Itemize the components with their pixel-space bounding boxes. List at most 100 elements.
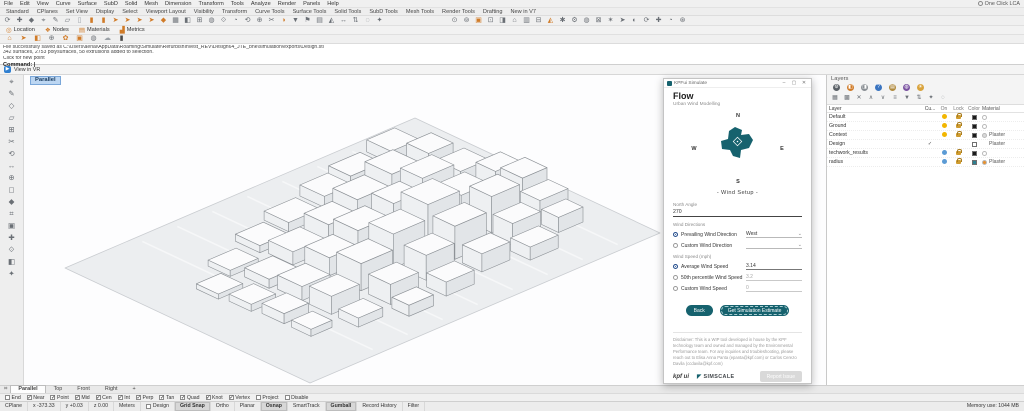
toolbar-icon[interactable]: ↔ [339, 17, 348, 25]
layer-lock-icon[interactable] [951, 142, 966, 146]
menu-item[interactable]: File [4, 1, 13, 7]
quick-button[interactable]: ▤ Materials [79, 26, 110, 34]
layer-visibility-bulb-icon[interactable] [937, 159, 951, 166]
checkbox-icon[interactable] [136, 395, 141, 400]
checkbox-icon[interactable] [96, 395, 101, 400]
layer-material[interactable]: Plaster [982, 159, 1022, 165]
sidebar-tool-icon[interactable]: ✦ [7, 270, 16, 278]
layer-material[interactable]: Plaster [982, 141, 1022, 147]
status-toggle[interactable]: Ortho [211, 402, 235, 411]
toolbar-icon[interactable]: ⊟ [534, 17, 543, 25]
osnap-checkbox[interactable]: Int [118, 395, 130, 401]
panel-tab-icon[interactable]: ▤ [889, 84, 896, 91]
toolbar-icon[interactable]: ⌖ [39, 17, 48, 25]
osnap-checkbox[interactable]: End [5, 395, 21, 401]
toolbar-tab[interactable]: Render Tools [442, 9, 475, 15]
status-toggle[interactable]: Gumball [326, 402, 358, 411]
toolbar-icon[interactable]: ✎ [51, 17, 60, 25]
plugin-icon[interactable]: ⌂ [5, 35, 14, 43]
checkbox-icon[interactable] [229, 395, 234, 400]
checkbox-icon[interactable] [159, 395, 164, 400]
current-layer-pane[interactable]: Design [141, 402, 175, 411]
status-toggle[interactable]: Planar [235, 402, 261, 411]
toolbar-icon[interactable]: ◍ [207, 17, 216, 25]
toolbar-icon[interactable]: ⇅ [351, 17, 360, 25]
minimize-button[interactable]: – [780, 80, 788, 86]
layer-material[interactable] [982, 124, 1022, 129]
toolbar-icon[interactable]: ◐ [630, 17, 639, 25]
plugin-icon[interactable]: ⊕ [47, 35, 56, 43]
layers-toolbar-icon[interactable]: ∨ [879, 94, 887, 102]
toolbar-icon[interactable]: ⊕ [255, 17, 264, 25]
toolbar-icon[interactable]: ◑ [279, 17, 288, 25]
osnap-checkbox[interactable]: Knot [206, 395, 223, 401]
sidebar-tool-icon[interactable]: ✚ [7, 234, 16, 242]
toolbar-icon[interactable]: ▼ [291, 17, 300, 25]
toolbar-icon[interactable]: ⊚ [462, 17, 471, 25]
status-toggle[interactable]: Grid Snap [175, 402, 211, 411]
status-toggle[interactable]: Filter [403, 402, 426, 411]
osnap-checkbox[interactable]: Tan [159, 395, 174, 401]
toolbar-icon[interactable]: ⊡ [486, 17, 495, 25]
sidebar-tool-icon[interactable]: ▣ [7, 222, 16, 230]
layer-material[interactable]: Plaster [982, 132, 1022, 138]
panel-tab-icon[interactable]: ⚙ [833, 84, 840, 91]
menu-item[interactable]: SubD [104, 1, 118, 7]
toolbar-tab[interactable]: Transform [222, 9, 247, 15]
north-angle-input[interactable]: 270 [673, 208, 802, 217]
toolbar-icon[interactable]: ⌂ [510, 17, 519, 25]
toolbar-icon[interactable]: ⚑ [303, 17, 312, 25]
menu-item[interactable]: Curve [56, 1, 71, 7]
layer-row[interactable]: Ground [827, 122, 1024, 131]
layers-toolbar-icon[interactable]: ⇅ [915, 94, 923, 102]
toolbar-icon[interactable]: ➤ [618, 17, 627, 25]
toolbar-tab[interactable]: Standard [6, 9, 29, 15]
one-click-lca-button[interactable]: One Click LCA [978, 1, 1020, 7]
layers-toolbar-icon[interactable]: ∧ [867, 94, 875, 102]
wind-speed-option[interactable]: Custom Wind Speed 0 [673, 285, 802, 292]
toolbar-icon[interactable]: ⊛ [678, 17, 687, 25]
osnap-checkbox[interactable]: Point [50, 395, 68, 401]
viewport-title[interactable]: Parallel [30, 76, 61, 85]
layer-row[interactable]: Design ✓ Plaster [827, 140, 1024, 149]
view-in-vr-button[interactable]: View in VR [14, 67, 40, 73]
layers-toolbar-icon[interactable]: ✕ [855, 94, 863, 102]
toolbar-icon[interactable]: ◭ [327, 17, 336, 25]
quick-button[interactable]: ▟ Metrics [120, 26, 145, 34]
checkbox-icon[interactable] [180, 395, 185, 400]
panel-tab-icon[interactable]: ◨ [861, 84, 868, 91]
sidebar-tool-icon[interactable]: ◧ [7, 258, 16, 266]
menu-item[interactable]: Solid [125, 1, 137, 7]
viewport-tab[interactable]: Parallel [10, 385, 45, 393]
quick-button[interactable]: ❖ Nodes [45, 26, 69, 34]
panel-tab-icon[interactable]: ◍ [903, 84, 910, 91]
toolbar-tab[interactable]: Display [96, 9, 114, 15]
toolbar-icon[interactable]: ✚ [654, 17, 663, 25]
checkbox-icon[interactable] [27, 395, 32, 400]
quick-button[interactable]: ◎ Location [6, 26, 35, 34]
wind-direction-option[interactable]: Custom Wind Direction ⌄ [673, 242, 802, 249]
toolbar-tab[interactable]: Set View [66, 9, 88, 15]
osnap-checkbox[interactable]: Quad [180, 395, 199, 401]
radio-icon[interactable] [673, 264, 678, 269]
menu-item[interactable]: Mesh [144, 1, 158, 7]
osnap-checkbox[interactable]: Cen [96, 395, 112, 401]
toolbar-tab[interactable]: Drafting [483, 9, 503, 15]
layer-lock-icon[interactable] [951, 115, 966, 119]
toolbar-tab[interactable]: New in V7 [511, 9, 537, 15]
toolbar-icon[interactable]: ✚ [15, 17, 24, 25]
toolbar-icon[interactable]: ◭ [546, 17, 555, 25]
layers-toolbar-icon[interactable]: ▦ [831, 94, 839, 102]
toolbar-icon[interactable]: ◆ [27, 17, 36, 25]
sidebar-tool-icon[interactable]: ⊞ [7, 126, 16, 134]
toolbar-tab[interactable]: Curve Tools [255, 9, 284, 15]
plugin-icon[interactable]: ✿ [61, 35, 70, 43]
toolbar-icon[interactable]: ▥ [522, 17, 531, 25]
menu-item[interactable]: View [37, 1, 49, 7]
osnap-checkbox[interactable]: Mid [75, 395, 90, 401]
layer-visibility-bulb-icon[interactable] [937, 132, 951, 139]
checkbox-icon[interactable] [206, 395, 211, 400]
layer-checkbox-icon[interactable] [146, 404, 151, 409]
toolbar-icon[interactable]: ⟳ [642, 17, 651, 25]
layer-lock-icon[interactable] [951, 151, 966, 155]
